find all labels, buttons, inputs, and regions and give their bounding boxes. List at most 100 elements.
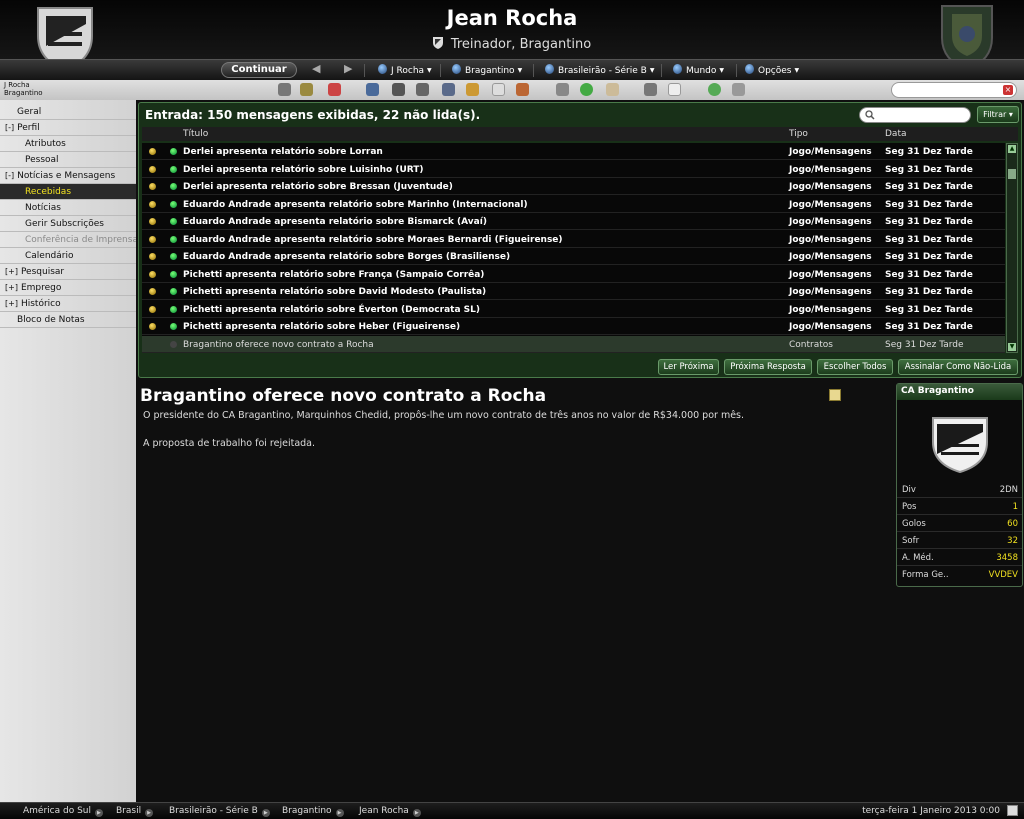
history-icon[interactable] (606, 83, 619, 96)
unread-dot-icon (170, 148, 177, 155)
row-title: Eduardo Andrade apresenta relatório sobr… (183, 252, 511, 262)
global-search-input[interactable]: × (891, 82, 1017, 98)
scouting-icon[interactable] (516, 83, 529, 96)
filter-button[interactable]: Filtrar ▾ (977, 106, 1019, 123)
search-people-icon[interactable] (644, 83, 657, 96)
finances-icon[interactable] (466, 83, 479, 96)
breadcrumb-item[interactable]: Brasileirão - Série B ▶ (169, 806, 270, 817)
sidebar-item-noticias[interactable]: Notícias (0, 200, 136, 216)
table-row[interactable]: Eduardo Andrade apresenta relatório sobr… (142, 248, 1005, 265)
table-row[interactable]: Derlei apresenta relatório sobre Luisinh… (142, 161, 1005, 178)
row-type: Jogo/Mensagens (789, 182, 872, 192)
table-row[interactable]: Pichetti apresenta relatório sobre Évert… (142, 301, 1005, 318)
table-row[interactable]: Derlei apresenta relatório sobre Bressan… (142, 178, 1005, 195)
unread-dot-icon (170, 288, 177, 295)
sidebar-item-pesquisar[interactable]: [+] Pesquisar (0, 264, 136, 280)
sidebar-item-gerir-subscricoes[interactable]: Gerir Subscrições (0, 216, 136, 232)
go-arrow-icon[interactable]: ▶ (412, 809, 421, 817)
go-arrow-icon[interactable]: ▶ (261, 809, 270, 817)
continue-button[interactable]: Continuar (221, 62, 297, 78)
help-icon[interactable] (708, 83, 721, 96)
table-row[interactable]: Eduardo Andrade apresenta relatório sobr… (142, 213, 1005, 230)
scroll-up-icon[interactable]: ▲ (1008, 145, 1016, 153)
sidebar-item-perfil[interactable]: [-] Perfil (0, 120, 136, 136)
training-icon[interactable] (416, 83, 429, 96)
tactics-icon[interactable] (392, 83, 405, 96)
mark-unread-button[interactable]: Assinalar Como Não-Lida (898, 359, 1018, 375)
menu-options[interactable]: Opções ▼ (745, 64, 799, 76)
table-row[interactable]: Derlei apresenta relatório sobre Lorran J… (142, 143, 1005, 160)
table-header: Título Tipo Data (142, 127, 1018, 141)
message-list-scrollbar[interactable]: ▲ ▼ (1006, 143, 1018, 353)
squad-icon[interactable] (366, 83, 379, 96)
calendar-icon[interactable] (1007, 805, 1018, 816)
filter-label: Filtrar (983, 110, 1007, 119)
sidebar-item-label: Bloco de Notas (17, 315, 85, 325)
search-icon (865, 110, 875, 120)
bragantino-crest-icon[interactable] (925, 414, 995, 474)
column-title[interactable]: Título (183, 129, 208, 139)
collapse-toggle[interactable]: [-] (5, 168, 14, 183)
sidebar-item-atributos[interactable]: Atributos (0, 136, 136, 152)
scroll-thumb[interactable] (1008, 169, 1016, 179)
forward-arrow-icon[interactable]: ▶ (344, 62, 352, 75)
manager-icon (378, 64, 387, 74)
table-row[interactable]: Pichetti apresenta relatório sobre David… (142, 283, 1005, 300)
unread-dot-icon (170, 305, 177, 313)
breadcrumb-item[interactable]: Brasil ▶ (116, 806, 154, 817)
go-arrow-icon[interactable]: ▶ (335, 809, 344, 817)
collapse-toggle[interactable]: [-] (5, 120, 14, 135)
table-row[interactable]: Eduardo Andrade apresenta relatório sobr… (142, 231, 1005, 248)
sidebar-item-emprego[interactable]: [+] Emprego (0, 280, 136, 296)
sidebar-item-historico[interactable]: [+] Histórico (0, 296, 136, 312)
expand-toggle[interactable]: [+] (5, 280, 18, 295)
breadcrumb-label: Brasileirão - Série B (169, 806, 258, 816)
sidebar-item-geral[interactable]: Geral (0, 104, 136, 120)
breadcrumb-label: América do Sul (23, 806, 91, 816)
menu-club[interactable]: Bragantino ▼ (452, 64, 522, 76)
sidebar-item-noticias-mensagens[interactable]: [-] Notícias e Mensagens (0, 168, 136, 184)
inbox-icon[interactable] (300, 83, 313, 96)
table-row-selected[interactable]: Bragantino oferece novo contrato a Rocha… (142, 335, 1005, 353)
settings-icon[interactable] (732, 83, 745, 96)
trophy-icon[interactable] (556, 83, 569, 96)
home-icon[interactable] (278, 83, 291, 96)
inbox-title: Entrada: 150 mensagens exibidas, 22 não … (145, 108, 481, 122)
notes-icon[interactable] (668, 83, 681, 96)
sidebar-item-pessoal[interactable]: Pessoal (0, 152, 136, 168)
breadcrumb-item[interactable]: Jean Rocha ▶ (359, 806, 421, 817)
go-arrow-icon[interactable]: ▶ (94, 809, 103, 817)
importance-dot-icon (149, 200, 156, 208)
menu-world[interactable]: Mundo ▼ (673, 64, 724, 76)
next-reply-button[interactable]: Próxima Resposta (724, 359, 812, 375)
menu-competition[interactable]: Brasileirão - Série B ▼ (545, 64, 654, 76)
separator (736, 64, 737, 77)
table-row[interactable]: Eduardo Andrade apresenta relatório sobr… (142, 196, 1005, 213)
breadcrumb-item[interactable]: América do Sul ▶ (23, 806, 103, 817)
go-arrow-icon[interactable]: ▶ (145, 809, 154, 817)
calendar-icon[interactable] (328, 83, 341, 96)
sidebar-item-bloco-notas[interactable]: Bloco de Notas (0, 312, 136, 328)
breadcrumb-item[interactable]: Bragantino ▶ (282, 806, 344, 817)
competitions-icon[interactable] (580, 83, 593, 96)
back-arrow-icon[interactable]: ◀ (312, 62, 320, 75)
inbox-search-input[interactable] (859, 107, 971, 123)
expand-toggle[interactable]: [+] (5, 296, 18, 311)
transfers-icon[interactable] (492, 83, 505, 96)
select-all-button[interactable]: Escolher Todos (817, 359, 893, 375)
table-row[interactable]: Pichetti apresenta relatório sobre Franç… (142, 266, 1005, 283)
clear-search-icon[interactable]: × (1003, 85, 1013, 95)
column-date[interactable]: Data (885, 129, 907, 139)
staff-icon[interactable] (442, 83, 455, 96)
scroll-down-icon[interactable]: ▼ (1008, 343, 1016, 351)
caret-down-icon: ▼ (517, 67, 523, 74)
sidebar-item-calendario[interactable]: Calendário (0, 248, 136, 264)
attachment-icon[interactable] (829, 389, 841, 401)
menu-manager[interactable]: J Rocha ▼ (378, 64, 432, 76)
table-row[interactable]: Pichetti apresenta relatório sobre Heber… (142, 318, 1005, 335)
column-type[interactable]: Tipo (789, 129, 808, 139)
expand-toggle[interactable]: [+] (5, 264, 18, 279)
sidebar-item-recebidas[interactable]: Recebidas (0, 184, 136, 200)
club-panel-title[interactable]: CA Bragantino (897, 384, 1022, 400)
read-next-button[interactable]: Ler Próxima (658, 359, 719, 375)
